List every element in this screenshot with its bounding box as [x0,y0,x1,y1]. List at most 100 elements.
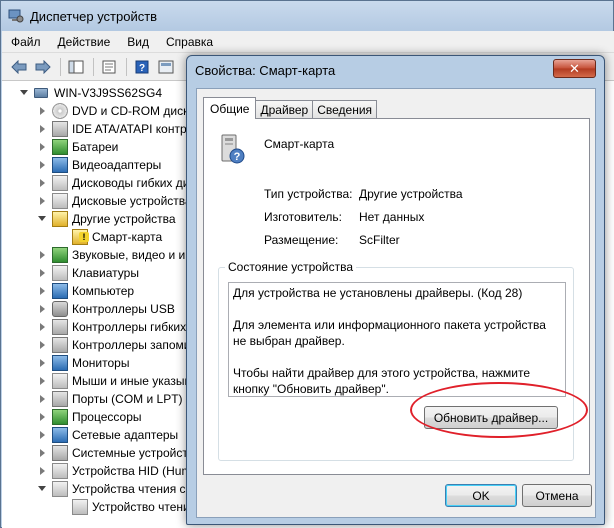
tree-item[interactable]: Дисковые устройства [38,192,192,210]
collapse-arrow-icon[interactable] [38,485,47,494]
menu-action[interactable]: Действие [49,35,119,49]
back-arrow-icon[interactable] [8,57,30,77]
tree-item[interactable]: Клавиатуры [38,264,139,282]
expand-arrow-icon[interactable] [38,394,47,404]
tree-item[interactable]: Смарт-карта [58,228,162,246]
other-devices-icon [52,211,68,227]
tab-driver[interactable]: Драйвер [255,100,314,119]
smartcard-reader-device-icon [72,499,88,515]
location-value: ScFilter [359,233,400,247]
expand-arrow-icon[interactable] [38,430,47,440]
device-manager-icon [8,8,24,24]
expand-arrow-icon[interactable] [38,142,47,152]
tree-item[interactable]: Контроллеры запоми [38,336,190,354]
toolbar-separator [60,57,61,76]
menu-help[interactable]: Справка [157,35,221,49]
tree-item[interactable]: Устройства чтения см [38,480,194,498]
expand-arrow-icon[interactable] [38,304,47,314]
view-icon[interactable] [155,57,177,77]
device-status-textbox[interactable]: Для устройства не установлены драйверы. … [228,282,566,397]
display-adapter-icon [52,157,68,173]
update-driver-button[interactable]: Обновить драйвер... [424,406,558,429]
general-tab-panel: ? Смарт-карта Тип устройства: Другие уст… [203,118,590,475]
tab-general[interactable]: Общие [203,97,257,119]
tree-item-label: Видеоадаптеры [72,158,162,172]
collapse-arrow-icon[interactable] [20,89,29,98]
device-type-value: Другие устройства [359,187,463,201]
tree-item[interactable]: Другие устройства [38,210,176,228]
tree-item[interactable]: Устройства HID (Hum [38,462,191,480]
tree-item-label: IDE ATA/ATAPI контр [72,122,187,136]
dialog-body: Общие Драйвер Сведения ? Смарт-карта Тип… [196,88,596,518]
tree-item-label: Смарт-карта [92,230,163,244]
tree-item[interactable]: Устройство чтени [58,498,190,516]
tree-item[interactable]: Процессоры [38,408,142,426]
main-title-bar[interactable]: Диспетчер устройств [1,1,613,31]
tree-item[interactable]: Компьютер [38,282,134,300]
expand-arrow-icon[interactable] [38,196,47,206]
processor-icon [52,409,68,425]
console-tree-icon[interactable] [65,57,87,77]
menu-file[interactable]: Файл [2,35,49,49]
tree-item-label: Звуковые, видео и игр [72,248,197,262]
device-name: Смарт-карта [264,137,335,151]
storage-controller-icon [52,337,68,353]
tree-item-label: Контроллеры USB [72,302,175,316]
tree-item[interactable]: Видеоадаптеры [38,156,161,174]
expand-arrow-icon[interactable] [38,160,47,170]
tree-root[interactable]: WIN-V3J9SS62SG4 [20,84,162,102]
expand-arrow-icon[interactable] [38,268,47,278]
cancel-button[interactable]: Отмена [522,484,592,507]
tree-item-label: Компьютер [72,284,135,298]
mouse-icon [52,373,68,389]
toolbar-separator [126,57,127,76]
tree-item[interactable]: Контроллеры гибких [38,318,186,336]
tree-item-label: Батареи [72,140,119,154]
menu-bar: Файл Действие Вид Справка [2,31,614,53]
tree-item-label: Контроллеры запоми [72,338,191,352]
expand-arrow-icon[interactable] [38,466,47,476]
port-icon [52,391,68,407]
tree-item[interactable]: Контроллеры USB [38,300,175,318]
expand-arrow-icon[interactable] [38,250,47,260]
toolbar-separator [93,57,94,76]
main-window-title: Диспетчер устройств [30,8,158,24]
tree-item[interactable]: Сетевые адаптеры [38,426,178,444]
disc-icon [52,103,68,119]
tree-item-label: Сетевые адаптеры [72,428,179,442]
expand-arrow-icon[interactable] [38,106,47,116]
tab-details[interactable]: Сведения [312,100,378,119]
close-button[interactable]: ✕ [553,59,596,78]
tree-item[interactable]: Мониторы [38,354,129,372]
usb-icon [52,301,68,317]
tree-item[interactable]: Системные устройств [38,444,194,462]
properties-icon[interactable] [98,57,120,77]
tree-item-label: Устройство чтени [92,500,190,514]
expand-arrow-icon[interactable] [38,358,47,368]
expand-arrow-icon[interactable] [38,322,47,332]
tree-item-label: Устройства HID (Hum [72,464,192,478]
tree-item[interactable]: Дисководы гибких ди [38,174,189,192]
tree-item-label: Другие устройства [72,212,176,226]
tree-item-label: Системные устройств [72,446,195,460]
tree-item[interactable]: Звуковые, видео и игр [38,246,196,264]
forward-arrow-icon[interactable] [32,57,54,77]
expand-arrow-icon[interactable] [38,376,47,386]
expand-arrow-icon[interactable] [38,286,47,296]
expand-arrow-icon[interactable] [38,340,47,350]
menu-view[interactable]: Вид [118,35,157,49]
expand-arrow-icon[interactable] [38,178,47,188]
help-icon[interactable]: ? [131,57,153,77]
expand-arrow-icon[interactable] [38,124,47,134]
expand-arrow-icon[interactable] [38,412,47,422]
computer-icon [34,85,50,101]
tree-item[interactable]: DVD и CD-ROM диско [38,102,195,120]
ok-button[interactable]: OK [445,484,517,507]
tree-item-label: Клавиатуры [72,266,139,280]
tree-item[interactable]: Мыши и иные указыв [38,372,191,390]
collapse-arrow-icon[interactable] [38,215,47,224]
tree-item[interactable]: Порты (COM и LPT) [38,390,183,408]
expand-arrow-icon[interactable] [38,448,47,458]
tree-item[interactable]: IDE ATA/ATAPI контр [38,120,187,138]
tree-item[interactable]: Батареи [38,138,118,156]
